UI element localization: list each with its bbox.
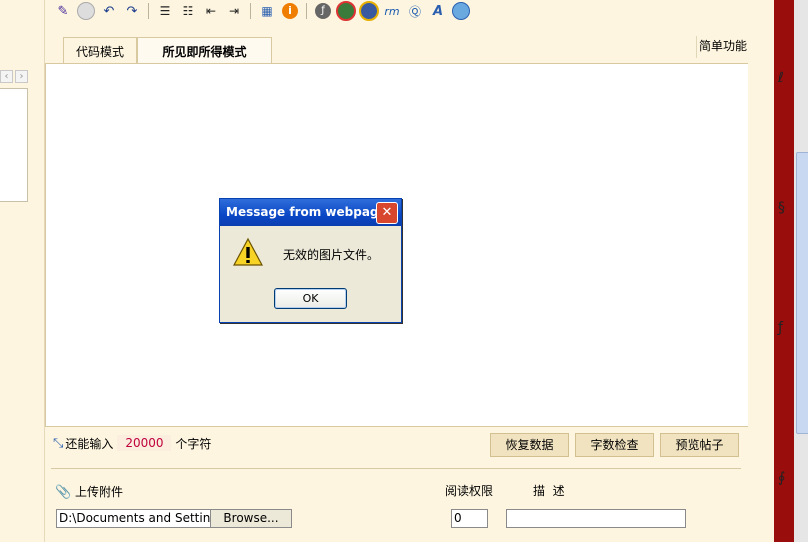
tab-wysiwyg-mode[interactable]: 所见即所得模式 <box>137 37 272 65</box>
left-nav: ‹ › <box>0 70 28 84</box>
media-player-icon[interactable] <box>336 1 356 21</box>
toolbar-divider <box>250 3 251 19</box>
tab-code-mode[interactable]: 代码模式 <box>63 37 137 64</box>
wmv-icon[interactable]: rm <box>382 1 402 21</box>
flash-icon[interactable]: ƒ <box>313 1 333 21</box>
decor-glyph: § <box>778 200 785 216</box>
remaining-suffix: 个字符 <box>175 436 212 451</box>
undo-icon[interactable]: ↶ <box>99 1 119 21</box>
outdent-icon[interactable]: ⇤ <box>201 1 221 21</box>
dialog-title: Message from webpage <box>226 205 387 219</box>
decorative-border: ℓ § ƒ ∮ <box>774 0 794 542</box>
remaining-count: 20000 <box>117 435 172 451</box>
dialog-titlebar: Message from webpage ✕ <box>220 199 401 226</box>
info-icon[interactable]: i <box>280 1 300 21</box>
left-arrow-icon[interactable]: ‹ <box>0 70 13 83</box>
indent-icon[interactable]: ⇥ <box>224 1 244 21</box>
divider <box>51 468 741 469</box>
editor-toolbar: ✎ ↶ ↷ ☰ ☷ ⇤ ⇥ ▦ i ƒ rm Ⓠ A <box>53 0 471 22</box>
decor-glyph: ℓ <box>778 70 784 86</box>
description-label: 描 述 <box>533 484 565 498</box>
unordered-list-icon[interactable]: ☷ <box>178 1 198 21</box>
resize-icon[interactable]: ⤡ <box>53 436 63 451</box>
alert-dialog: Message from webpage ✕ 无效的图片文件。 OK <box>219 198 402 323</box>
emoticon-icon[interactable] <box>76 1 96 21</box>
browse-button[interactable]: Browse... <box>210 509 292 528</box>
quick-edit-icon[interactable]: ✎ <box>53 1 73 21</box>
decor-glyph: ∮ <box>778 470 786 486</box>
left-panel <box>0 88 28 202</box>
redo-icon[interactable]: ↷ <box>122 1 142 21</box>
right-margin <box>748 0 774 542</box>
decor-glyph: ƒ <box>778 320 783 336</box>
tab-code-mode-label: 代码模式 <box>75 44 124 59</box>
char-count-status: ⤡ 还能输入 20000 个字符 <box>53 430 211 456</box>
file-path-input[interactable]: D:\Documents and Setting <box>56 509 212 528</box>
toolbar-divider <box>306 3 307 19</box>
dialog-message: 无效的图片文件。 <box>283 248 380 262</box>
attachment-label: 上传附件 <box>75 485 124 499</box>
ok-button[interactable]: OK <box>274 288 347 309</box>
scrollbar-thumb[interactable] <box>796 152 808 434</box>
read-permission-input[interactable]: 0 <box>451 509 488 528</box>
tab-wysiwyg-mode-label: 所见即所得模式 <box>162 45 247 59</box>
toolbar-divider <box>148 3 149 19</box>
word-check-button[interactable]: 字数检查 <box>575 433 654 457</box>
preview-post-button[interactable]: 预览帖子 <box>660 433 739 457</box>
attachment-header: 📎 上传附件 <box>55 483 123 500</box>
read-permission-label: 阅读权限 <box>445 484 494 498</box>
warning-icon <box>233 237 263 266</box>
table-icon[interactable]: ▦ <box>257 1 277 21</box>
quicktime-icon[interactable]: Ⓠ <box>405 1 425 21</box>
restore-data-button[interactable]: 恢复数据 <box>490 433 569 457</box>
description-input[interactable] <box>506 509 686 528</box>
right-arrow-icon[interactable]: › <box>15 70 28 83</box>
simple-function-link[interactable]: 简单功能 <box>696 36 749 58</box>
close-icon[interactable]: ✕ <box>376 202 398 224</box>
paste-icon[interactable] <box>451 1 471 21</box>
left-sidebar: ‹ › <box>0 0 44 542</box>
remaining-prefix: 还能输入 <box>65 436 114 451</box>
font-a-icon[interactable]: A <box>428 1 448 21</box>
ordered-list-icon[interactable]: ☰ <box>155 1 175 21</box>
real-player-icon[interactable] <box>359 1 379 21</box>
paperclip-icon: 📎 <box>55 485 72 500</box>
